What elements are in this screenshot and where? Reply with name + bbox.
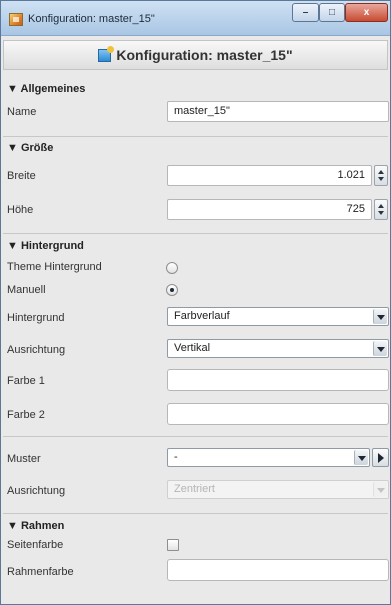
divider — [3, 436, 388, 437]
close-button[interactable]: x — [345, 3, 388, 22]
chevron-down-icon[interactable] — [354, 450, 368, 465]
ausrichtung-select-value: Vertikal — [174, 342, 211, 354]
divider — [3, 136, 388, 137]
theme-hintergrund-radio[interactable] — [166, 262, 178, 274]
hintergrund-label: Hintergrund — [7, 312, 65, 324]
theme-hintergrund-label: Theme Hintergrund — [7, 261, 102, 273]
minimize-button[interactable]: – — [292, 3, 319, 22]
muster-next-button[interactable] — [372, 448, 389, 467]
farbe1-color-field[interactable] — [167, 369, 389, 391]
manuell-label: Manuell — [7, 284, 46, 296]
manuell-radio[interactable] — [166, 284, 178, 296]
config-window: Konfiguration: master_15" – □ x Konfigur… — [0, 0, 391, 605]
muster-label: Muster — [7, 453, 41, 465]
spinner-up-icon[interactable] — [378, 204, 384, 208]
section-hintergrund[interactable]: ▼ Hintergrund — [7, 240, 84, 252]
config-icon — [98, 46, 115, 62]
hintergrund-select[interactable]: Farbverlauf — [167, 307, 389, 326]
window-title: Konfiguration: master_15" — [28, 13, 155, 25]
hoehe-spinner[interactable] — [374, 199, 388, 220]
ausrichtung-label: Ausrichtung — [7, 344, 66, 356]
spinner-down-icon[interactable] — [378, 211, 384, 215]
breite-label: Breite — [7, 170, 36, 182]
muster-select[interactable]: - — [167, 448, 370, 467]
app-icon — [9, 13, 23, 26]
seitenfarbe-label: Seitenfarbe — [7, 539, 64, 551]
spinner-up-icon[interactable] — [378, 170, 384, 174]
rahmenfarbe-label: Rahmenfarbe — [7, 566, 74, 578]
section-allgemeines[interactable]: ▼ Allgemeines — [7, 83, 85, 95]
name-label: Name — [7, 106, 37, 118]
ausrichtung2-label: Ausrichtung — [7, 485, 66, 497]
breite-input[interactable]: 1.021 — [167, 165, 372, 186]
seitenfarbe-checkbox[interactable] — [167, 539, 179, 551]
divider — [3, 233, 388, 234]
hoehe-label: Höhe — [7, 204, 34, 216]
rahmenfarbe-color-field[interactable] — [167, 559, 389, 581]
farbe1-label: Farbe 1 — [7, 375, 45, 387]
panel-header-title: Konfiguration: master_15" — [116, 47, 293, 63]
chevron-down-icon[interactable] — [373, 341, 387, 356]
maximize-button[interactable]: □ — [319, 3, 345, 22]
breite-spinner[interactable] — [374, 165, 388, 186]
hoehe-input[interactable]: 725 — [167, 199, 372, 220]
ausrichtung2-select: Zentriert — [167, 480, 389, 499]
section-rahmen[interactable]: ▼ Rahmen — [7, 520, 64, 532]
chevron-down-icon[interactable] — [373, 309, 387, 324]
section-groesse[interactable]: ▼ Größe — [7, 142, 53, 154]
farbe2-label: Farbe 2 — [7, 409, 45, 421]
title-bar[interactable]: Konfiguration: master_15" – □ x — [1, 1, 390, 36]
spinner-down-icon[interactable] — [378, 177, 384, 181]
farbe2-color-field[interactable] — [167, 403, 389, 425]
ausrichtung-select[interactable]: Vertikal — [167, 339, 389, 358]
hintergrund-select-value: Farbverlauf — [174, 310, 230, 322]
chevron-down-icon — [373, 482, 387, 497]
panel-header: Konfiguration: master_15" — [3, 40, 388, 70]
name-input[interactable]: master_15" — [167, 101, 389, 122]
divider — [3, 513, 388, 514]
ausrichtung2-select-value: Zentriert — [174, 483, 215, 495]
muster-select-value: - — [174, 451, 178, 463]
